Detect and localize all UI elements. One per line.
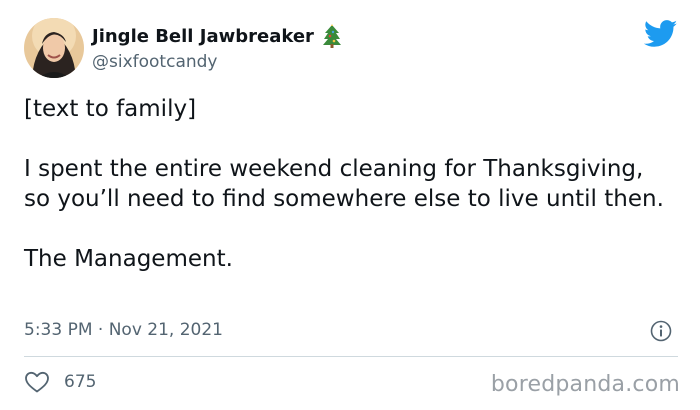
tweet-line: The Management. <box>24 246 233 272</box>
divider <box>24 356 678 357</box>
author-name-row: Jingle Bell Jawbreaker <box>92 24 342 48</box>
author-handle[interactable]: @sixfootcandy <box>92 52 217 72</box>
author-display-name[interactable]: Jingle Bell Jawbreaker <box>92 26 314 47</box>
like-button[interactable]: 675 <box>24 370 96 394</box>
avatar[interactable] <box>24 18 84 78</box>
tweet-line: [text to family] <box>24 96 197 122</box>
heart-icon <box>25 371 49 393</box>
avatar-photo <box>24 18 84 78</box>
info-icon[interactable] <box>650 320 672 342</box>
watermark: boredpanda.com <box>490 372 680 397</box>
twitter-bird-icon[interactable] <box>643 20 678 48</box>
christmas-tree-icon <box>322 24 342 48</box>
tweet-text: [text to family] I spent the entire week… <box>24 94 674 274</box>
tweet-timestamp[interactable]: 5:33 PM · Nov 21, 2021 <box>24 320 223 340</box>
like-count: 675 <box>64 372 97 392</box>
tweet-line: I spent the entire weekend cleaning for … <box>24 156 664 212</box>
